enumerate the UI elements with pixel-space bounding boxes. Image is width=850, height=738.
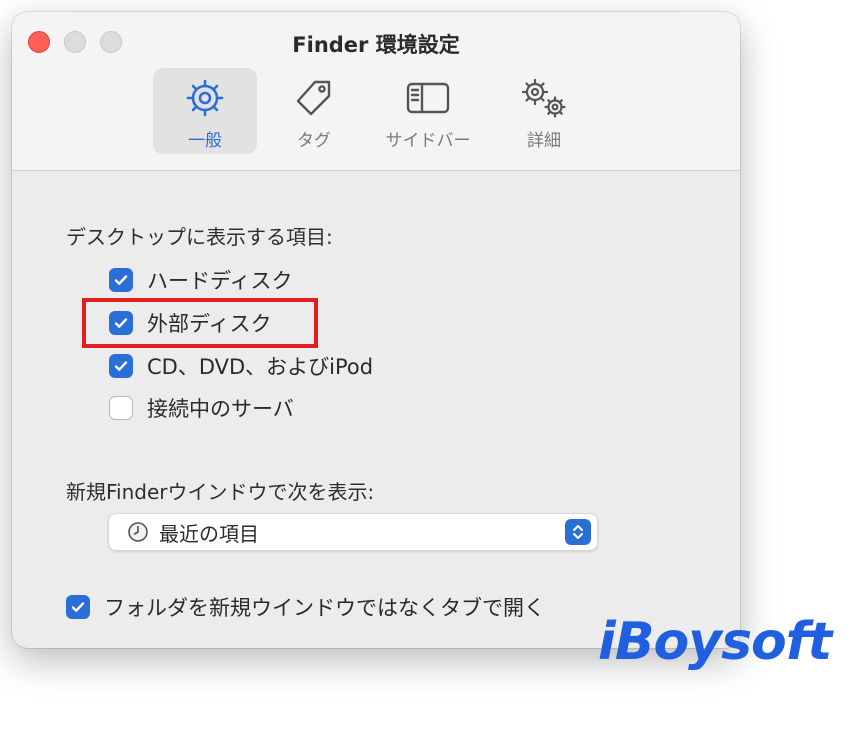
watermark-logo: iBoysoft — [598, 612, 832, 672]
tab-tags[interactable]: タグ — [262, 68, 366, 154]
option-open-folders-in-tabs[interactable]: フォルダを新規ウインドウではなくタブで開く — [66, 593, 545, 621]
option-hard-disks[interactable]: ハードディスク — [109, 266, 293, 294]
gear-icon — [184, 76, 226, 120]
tab-general[interactable]: 一般 — [153, 68, 257, 154]
tag-icon — [293, 76, 335, 120]
tab-label: 詳細 — [527, 131, 561, 151]
tab-advanced[interactable]: 詳細 — [492, 68, 596, 154]
window-title: Finder 環境設定 — [292, 33, 460, 57]
checkbox[interactable] — [109, 396, 133, 420]
checkbox[interactable] — [66, 595, 90, 619]
desktop-items-heading: デスクトップに表示する項目: — [66, 225, 333, 249]
checkbox[interactable] — [109, 354, 133, 378]
new-window-heading: 新規Finderウインドウで次を表示: — [66, 480, 375, 504]
checkmark-icon — [71, 602, 85, 612]
checkmark-icon — [114, 361, 128, 371]
option-label: 接続中のサーバ — [147, 397, 294, 421]
tab-sidebar[interactable]: サイドバー — [376, 68, 480, 154]
gears-icon — [517, 76, 571, 120]
option-label: フォルダを新規ウインドウではなくタブで開く — [104, 596, 545, 620]
highlight-box — [82, 298, 318, 348]
sidebar-icon — [405, 76, 451, 120]
checkmark-icon — [114, 275, 128, 285]
toolbar: Finder 環境設定 一般 タグ サイドバー 詳細 — [12, 12, 740, 171]
tab-label: タグ — [297, 131, 331, 151]
option-connected-servers[interactable]: 接続中のサーバ — [109, 394, 294, 422]
option-label: ハードディスク — [147, 269, 293, 293]
chevron-updown-icon[interactable] — [565, 519, 591, 545]
option-cds-dvds-ipods[interactable]: CD、DVD、およびiPod — [109, 352, 373, 380]
tab-label: 一般 — [188, 131, 222, 151]
clock-icon — [127, 521, 149, 543]
finder-preferences-window: Finder 環境設定 一般 タグ サイドバー 詳細 デスクトップに表示する項目… — [12, 12, 740, 648]
general-pane: デスクトップに表示する項目: ハードディスク 外部ディスク CD、DVD、および… — [12, 171, 740, 648]
checkbox[interactable] — [109, 268, 133, 292]
select-value: 最近の項目 — [159, 521, 259, 546]
new-window-target-select[interactable]: 最近の項目 — [108, 513, 598, 551]
tab-label: サイドバー — [385, 131, 471, 151]
option-label: CD、DVD、およびiPod — [147, 355, 374, 379]
